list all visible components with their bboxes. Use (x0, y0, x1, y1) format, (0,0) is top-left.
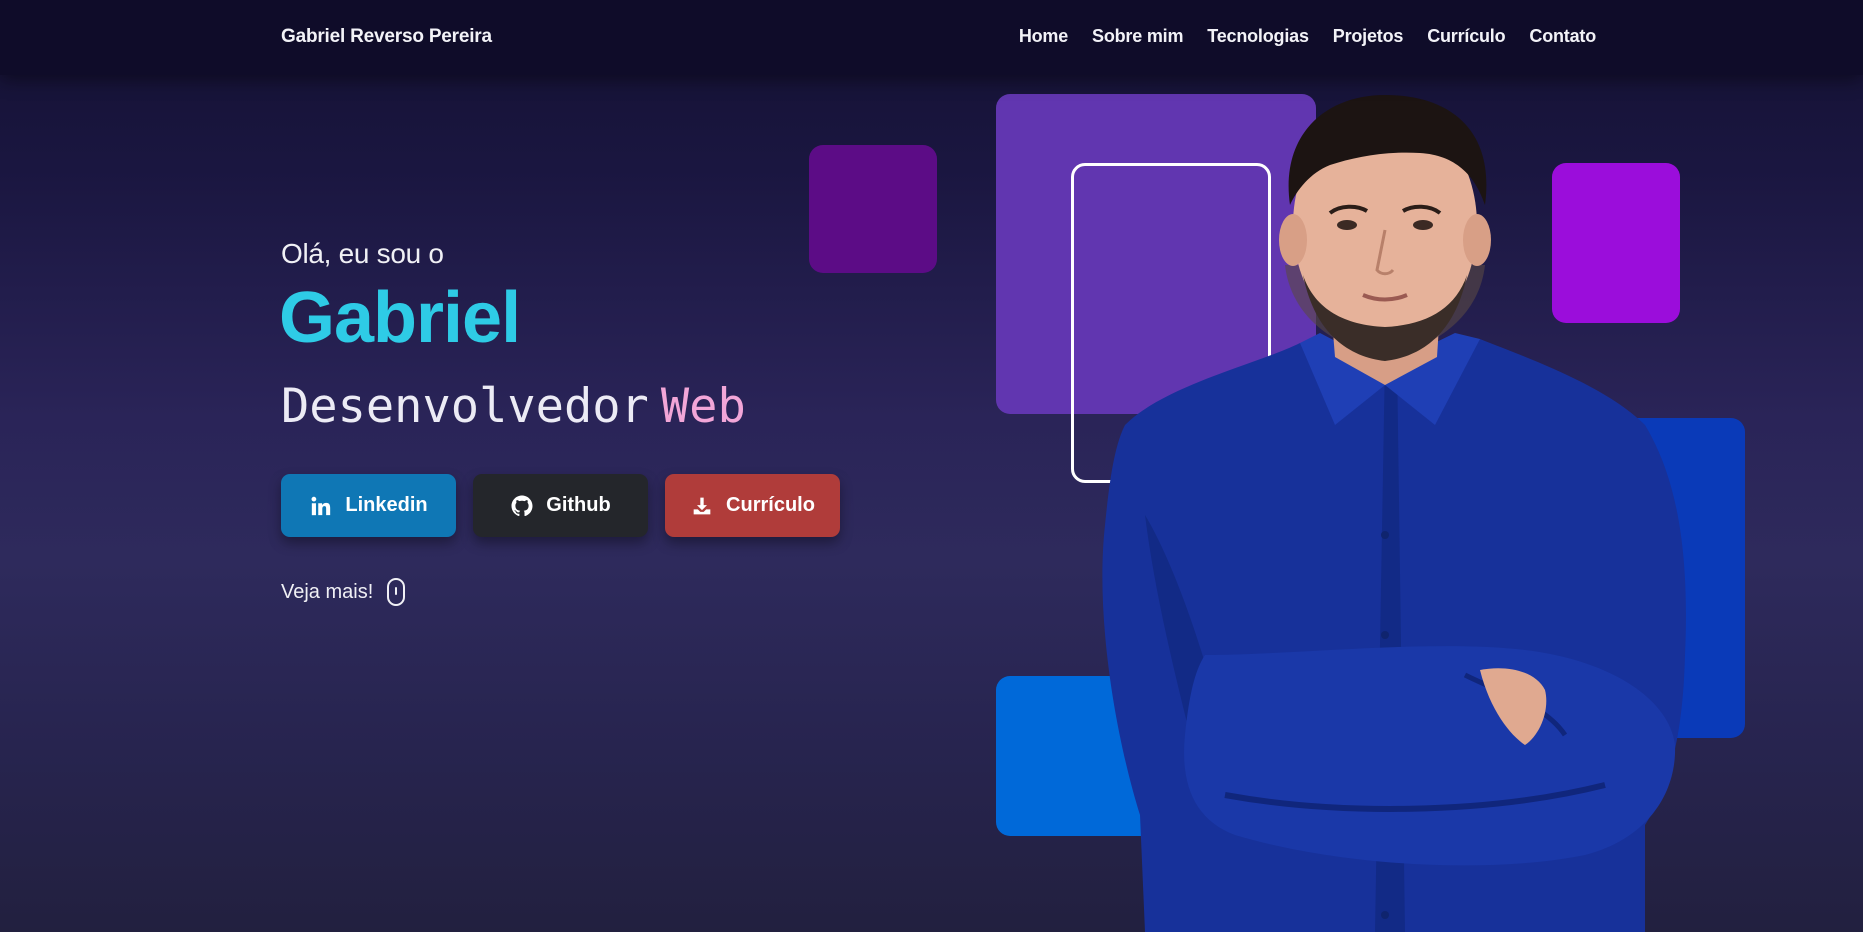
curriculo-button[interactable]: Currículo (665, 474, 840, 537)
linkedin-icon (309, 494, 333, 518)
nav-link-curriculo[interactable]: Currículo (1427, 26, 1505, 47)
see-more-label: Veja mais! (281, 580, 374, 603)
nav-link-tecnologias[interactable]: Tecnologias (1207, 26, 1309, 47)
nav-link-projetos[interactable]: Projetos (1333, 26, 1404, 47)
hero-role-main: Desenvolvedor (281, 379, 649, 434)
hero-greeting: Olá, eu sou o (281, 238, 444, 269)
nav-link-home[interactable]: Home (1019, 26, 1068, 47)
hero-buttons: Linkedin Github Currículo (281, 474, 840, 537)
decor-square-dark-purple (809, 145, 937, 273)
nav-links: Home Sobre mim Tecnologias Projetos Curr… (1019, 26, 1596, 47)
hero-name: Gabriel (279, 278, 521, 358)
nav-link-sobre-mim[interactable]: Sobre mim (1092, 26, 1183, 47)
github-button-label: Github (546, 494, 611, 516)
curriculo-button-label: Currículo (726, 494, 815, 516)
linkedin-button[interactable]: Linkedin (281, 474, 456, 537)
see-more-link[interactable]: Veja mais! (281, 578, 406, 606)
hero-role-accent: Web (660, 379, 746, 434)
top-navbar: Gabriel Reverso Pereira Home Sobre mim T… (0, 0, 1863, 75)
nav-link-contato[interactable]: Contato (1529, 26, 1596, 47)
hero-role: Desenvolvedor Web (281, 383, 746, 430)
profile-photo (1102, 95, 1686, 932)
download-icon (690, 494, 714, 518)
linkedin-button-label: Linkedin (345, 494, 428, 516)
github-icon (510, 494, 534, 518)
mouse-icon (387, 578, 406, 606)
github-button[interactable]: Github (473, 474, 648, 537)
site-brand[interactable]: Gabriel Reverso Pereira (281, 26, 492, 48)
